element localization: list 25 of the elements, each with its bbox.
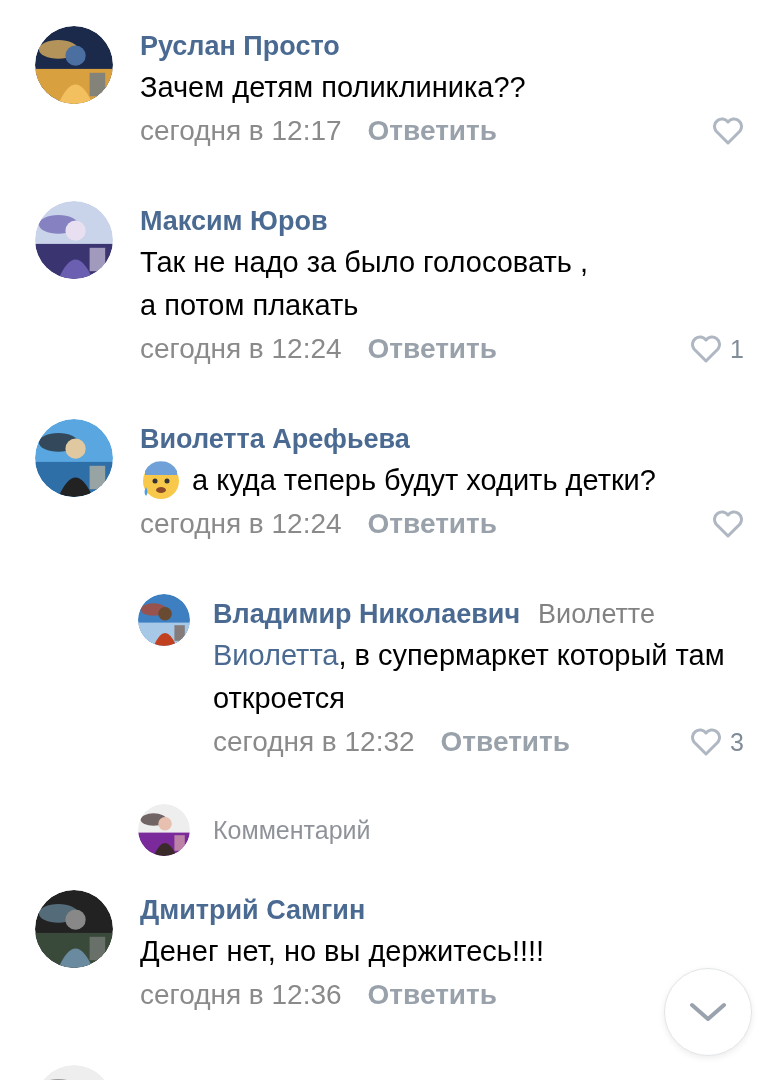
comment-text: Так не надо за было голосовать , а потом плакать [140,245,589,323]
like-count: 3 [730,727,744,758]
reply-to-label: Виолетте [538,599,655,630]
mention-link[interactable]: Виолетта [213,639,339,671]
author-name[interactable]: Виолетта Арефьева [140,419,410,459]
like-count: 1 [730,334,744,365]
timestamp: сегодня в 12:32 [213,725,415,759]
author-name[interactable]: Руслан Просто [140,26,340,66]
heart-icon[interactable] [712,117,744,145]
comment-text: а куда теперь будут ходить детки? [192,463,656,498]
timestamp: сегодня в 12:24 [140,507,342,541]
heart-icon[interactable] [712,510,744,538]
comment-text: Зачем детям поликлиника?? [140,70,527,105]
chevron-down-icon [689,1002,727,1022]
timestamp: сегодня в 12:36 [140,978,342,1012]
author-name[interactable]: Владимир Николаевич [213,594,521,634]
comment-text: Виолетта, в супермаркет который там откроется [213,638,726,716]
author-name[interactable]: Дмитрий Самгин [140,890,366,930]
comment-field[interactable]: Комментарий [213,815,371,845]
heart-icon[interactable] [690,728,723,756]
author-name[interactable]: Максим Юров [140,201,328,241]
timestamp: сегодня в 12:17 [140,114,342,148]
timestamp: сегодня в 12:24 [140,332,342,366]
heart-icon[interactable] [690,335,723,363]
comment-text: Денег нет, но вы держитесь!!!! [140,934,546,969]
